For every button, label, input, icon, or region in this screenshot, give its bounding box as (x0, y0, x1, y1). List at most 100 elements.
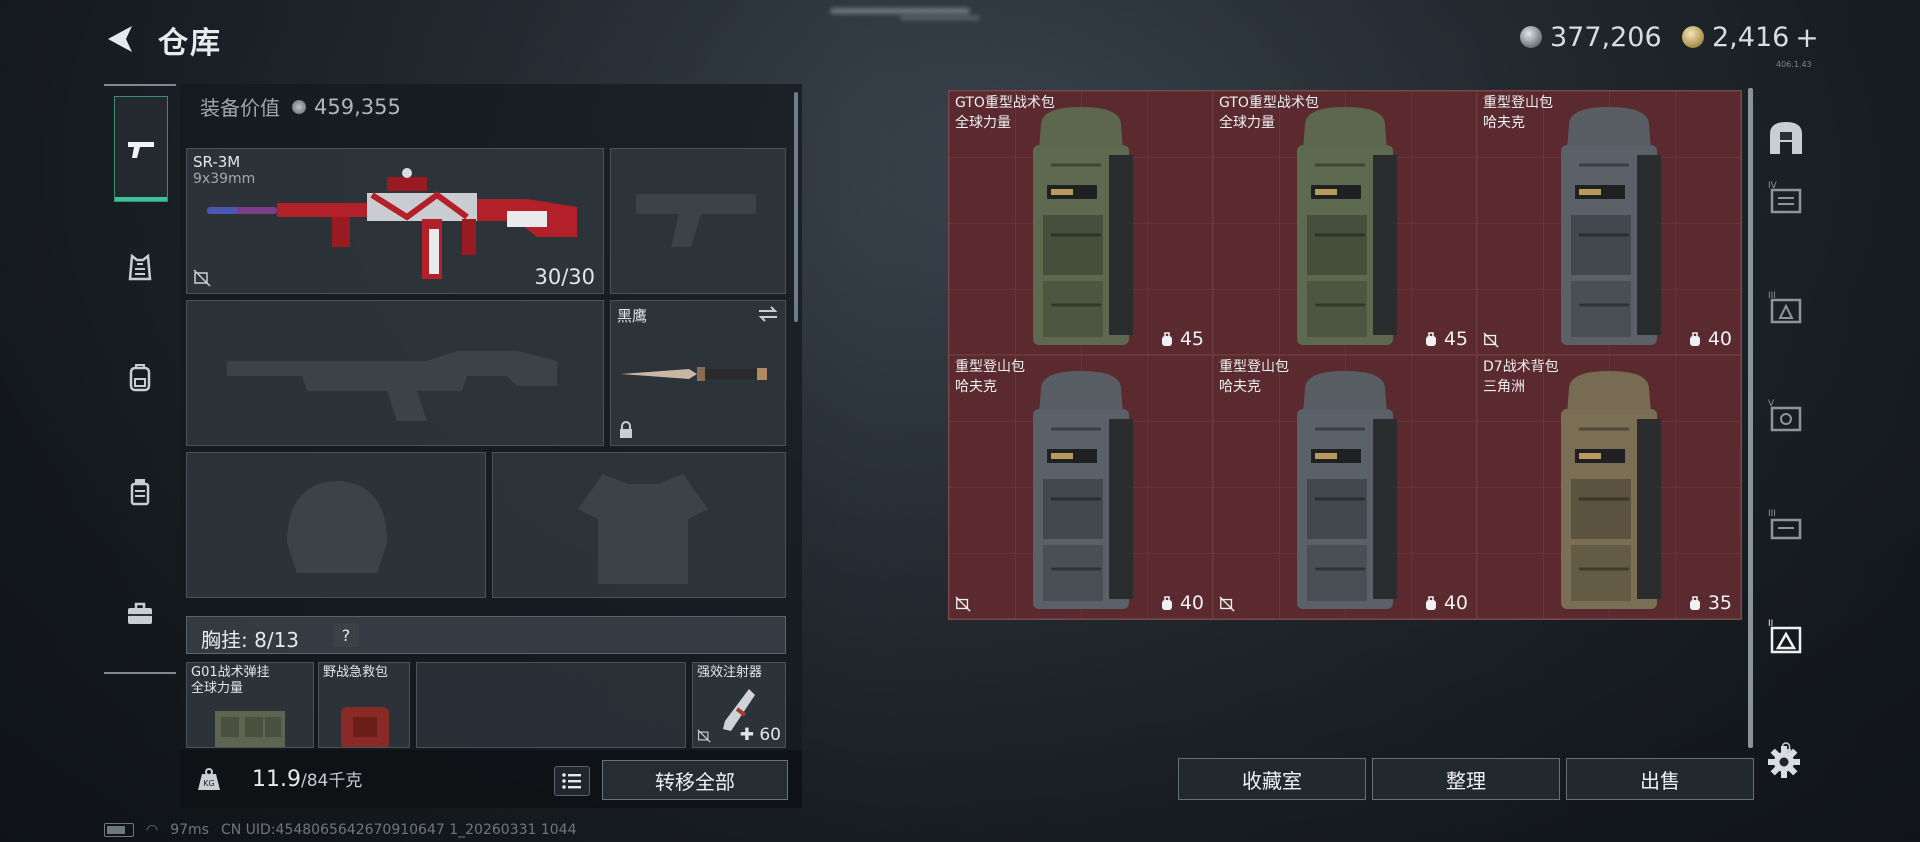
weight-icon: KG (198, 768, 220, 790)
item-name: GTO重型战术包 (1219, 95, 1319, 111)
item-capacity: 40 (1160, 592, 1204, 614)
equipment-scrollbar[interactable] (794, 92, 798, 322)
equipment-value: 装备价值 459,355 (200, 92, 401, 121)
melee-slot[interactable]: 黑鹰 (610, 300, 786, 446)
backpack-item-icon (1297, 107, 1397, 345)
silver-coin-icon (292, 99, 306, 114)
item-capacity: 35 (1688, 592, 1732, 614)
item-maker: 哈夫克 (1219, 379, 1261, 395)
storage-page-current[interactable]: II (1764, 614, 1808, 658)
item-name: 重型登山包 (955, 359, 1025, 375)
storage-page-3a[interactable]: III (1764, 286, 1808, 330)
capacity-bag-icon (1161, 596, 1172, 610)
no-trade-icon (1219, 596, 1235, 612)
rig-item-slot[interactable]: G01战术弹挂 全球力量 (186, 662, 314, 748)
backpack-item-icon (1033, 107, 1133, 345)
melee-name: 黑鹰 (617, 307, 648, 325)
medkit-name: 野战急救包 (323, 665, 389, 680)
capacity-bag-icon (1425, 596, 1436, 610)
gold-currency[interactable]: 2,416 + (1682, 20, 1819, 54)
primary-weapon-slot[interactable]: SR-3M 9x39mm 30/30 (186, 148, 604, 294)
helmet-slot[interactable] (186, 452, 486, 598)
storage-backpack-item[interactable]: GTO重型战术包 全球力量 45 (1213, 91, 1477, 355)
body-armor-slot[interactable] (492, 452, 786, 598)
gold-coin-icon (1682, 26, 1704, 48)
item-name: GTO重型战术包 (955, 95, 1055, 111)
no-trade-icon (193, 269, 211, 287)
helmet-silhouette-icon (287, 481, 387, 573)
storage-page-5[interactable]: V (1764, 394, 1808, 438)
wifi-icon: ◠ (146, 822, 159, 838)
medkit-slot[interactable]: 野战急救包 (318, 662, 410, 748)
nav-weapons[interactable] (114, 96, 168, 202)
weight-readout: 11.9/84千克 (252, 767, 363, 792)
nav-tools[interactable] (114, 588, 166, 640)
weapon-ammo: 30/30 (534, 265, 595, 289)
settings-button[interactable] (1766, 744, 1802, 780)
storage-backpack-item[interactable]: 重型登山包哈夫克 40 (1477, 91, 1741, 355)
pistol-slot[interactable] (610, 148, 786, 294)
no-trade-icon (1483, 332, 1499, 348)
back-button[interactable] (104, 22, 138, 56)
equipment-bottom-bar: KG 11.9/84千克 转移全部 (180, 750, 802, 808)
injector-slot[interactable]: 强效注射器 ✚ 60 (692, 662, 786, 748)
chest-rig-help-button[interactable]: ? (333, 623, 359, 647)
pistol-silhouette-icon (636, 194, 756, 247)
sort-button[interactable]: 整理 (1372, 758, 1560, 800)
collection-room-button[interactable]: 收藏室 (1178, 758, 1366, 800)
capacity-bag-icon (1161, 332, 1172, 346)
transfer-all-button[interactable]: 转移全部 (602, 760, 788, 800)
backpack-item-icon (1297, 371, 1397, 609)
item-capacity: 45 (1424, 328, 1468, 350)
toolbox-icon (128, 602, 152, 624)
left-category-nav (104, 84, 176, 674)
item-maker: 哈夫克 (1483, 115, 1525, 131)
chest-rig-label: 胸挂: 8/13 (201, 628, 300, 652)
storage-page-4[interactable]: IV (1764, 176, 1808, 220)
item-name: 重型登山包 (1483, 95, 1553, 111)
injector-value: ✚ 60 (739, 725, 781, 745)
item-capacity: 45 (1160, 328, 1204, 350)
rig-item-icon (215, 711, 285, 747)
storage-backpack-item[interactable]: 重型登山包哈夫克 40 (1213, 355, 1477, 619)
rig-empty-grid[interactable] (416, 662, 686, 748)
silver-coin-icon (1520, 26, 1542, 48)
storage-tab-safe-box[interactable] (1764, 116, 1808, 160)
silver-amount: 377,206 (1550, 21, 1662, 53)
item-capacity: 40 (1424, 592, 1468, 614)
nav-container[interactable] (114, 466, 166, 518)
list-icon (562, 773, 581, 789)
chest-rig-count: 8/13 (254, 628, 300, 652)
equipment-value-label: 装备价值 (200, 96, 280, 120)
back-arrow-icon (108, 26, 132, 52)
item-maker: 全球力量 (1219, 115, 1275, 131)
swap-icon[interactable] (757, 305, 779, 323)
armor-silhouette-icon (578, 474, 708, 584)
equipment-value-amount: 459,355 (314, 94, 401, 119)
sell-button[interactable]: 出售 (1566, 758, 1754, 800)
gold-amount: 2,416 (1712, 21, 1790, 53)
vest-icon (128, 253, 152, 281)
nav-backpack[interactable] (114, 352, 166, 404)
storage-page-icon: III (1768, 509, 1802, 540)
pistol-icon (128, 142, 154, 158)
storage-grid: GTO重型战术包 全球力量 45 GTO重型战术包 全球力量 45 重型登山包 哈夫克 40 重型… (948, 90, 1742, 620)
secondary-weapon-slot[interactable] (186, 300, 604, 446)
storage-backpack-item[interactable]: 重型登山包 哈夫克 40 (949, 355, 1213, 619)
list-view-button[interactable] (554, 766, 590, 796)
item-name: D7战术背包 (1483, 359, 1559, 375)
storage-scrollbar[interactable] (1748, 88, 1753, 748)
storage-backpack-item[interactable]: D7战术背包 三角洲 35 (1477, 355, 1741, 619)
storage-backpack-item[interactable]: GTO重型战术包 全球力量 45 (949, 91, 1213, 355)
item-name: 重型登山包 (1219, 359, 1289, 375)
backpack-item-icon (1033, 371, 1133, 609)
gear-icon (1768, 746, 1800, 778)
capacity-bag-icon (1689, 332, 1700, 346)
item-capacity: 40 (1688, 328, 1732, 350)
jar-icon (130, 479, 150, 506)
page-title: 仓库 (158, 26, 222, 61)
storage-page-3b[interactable]: III (1764, 504, 1808, 548)
storage-page-icon: III (1768, 291, 1802, 324)
add-currency-button[interactable]: + (1795, 21, 1818, 54)
nav-armor[interactable] (114, 242, 166, 294)
